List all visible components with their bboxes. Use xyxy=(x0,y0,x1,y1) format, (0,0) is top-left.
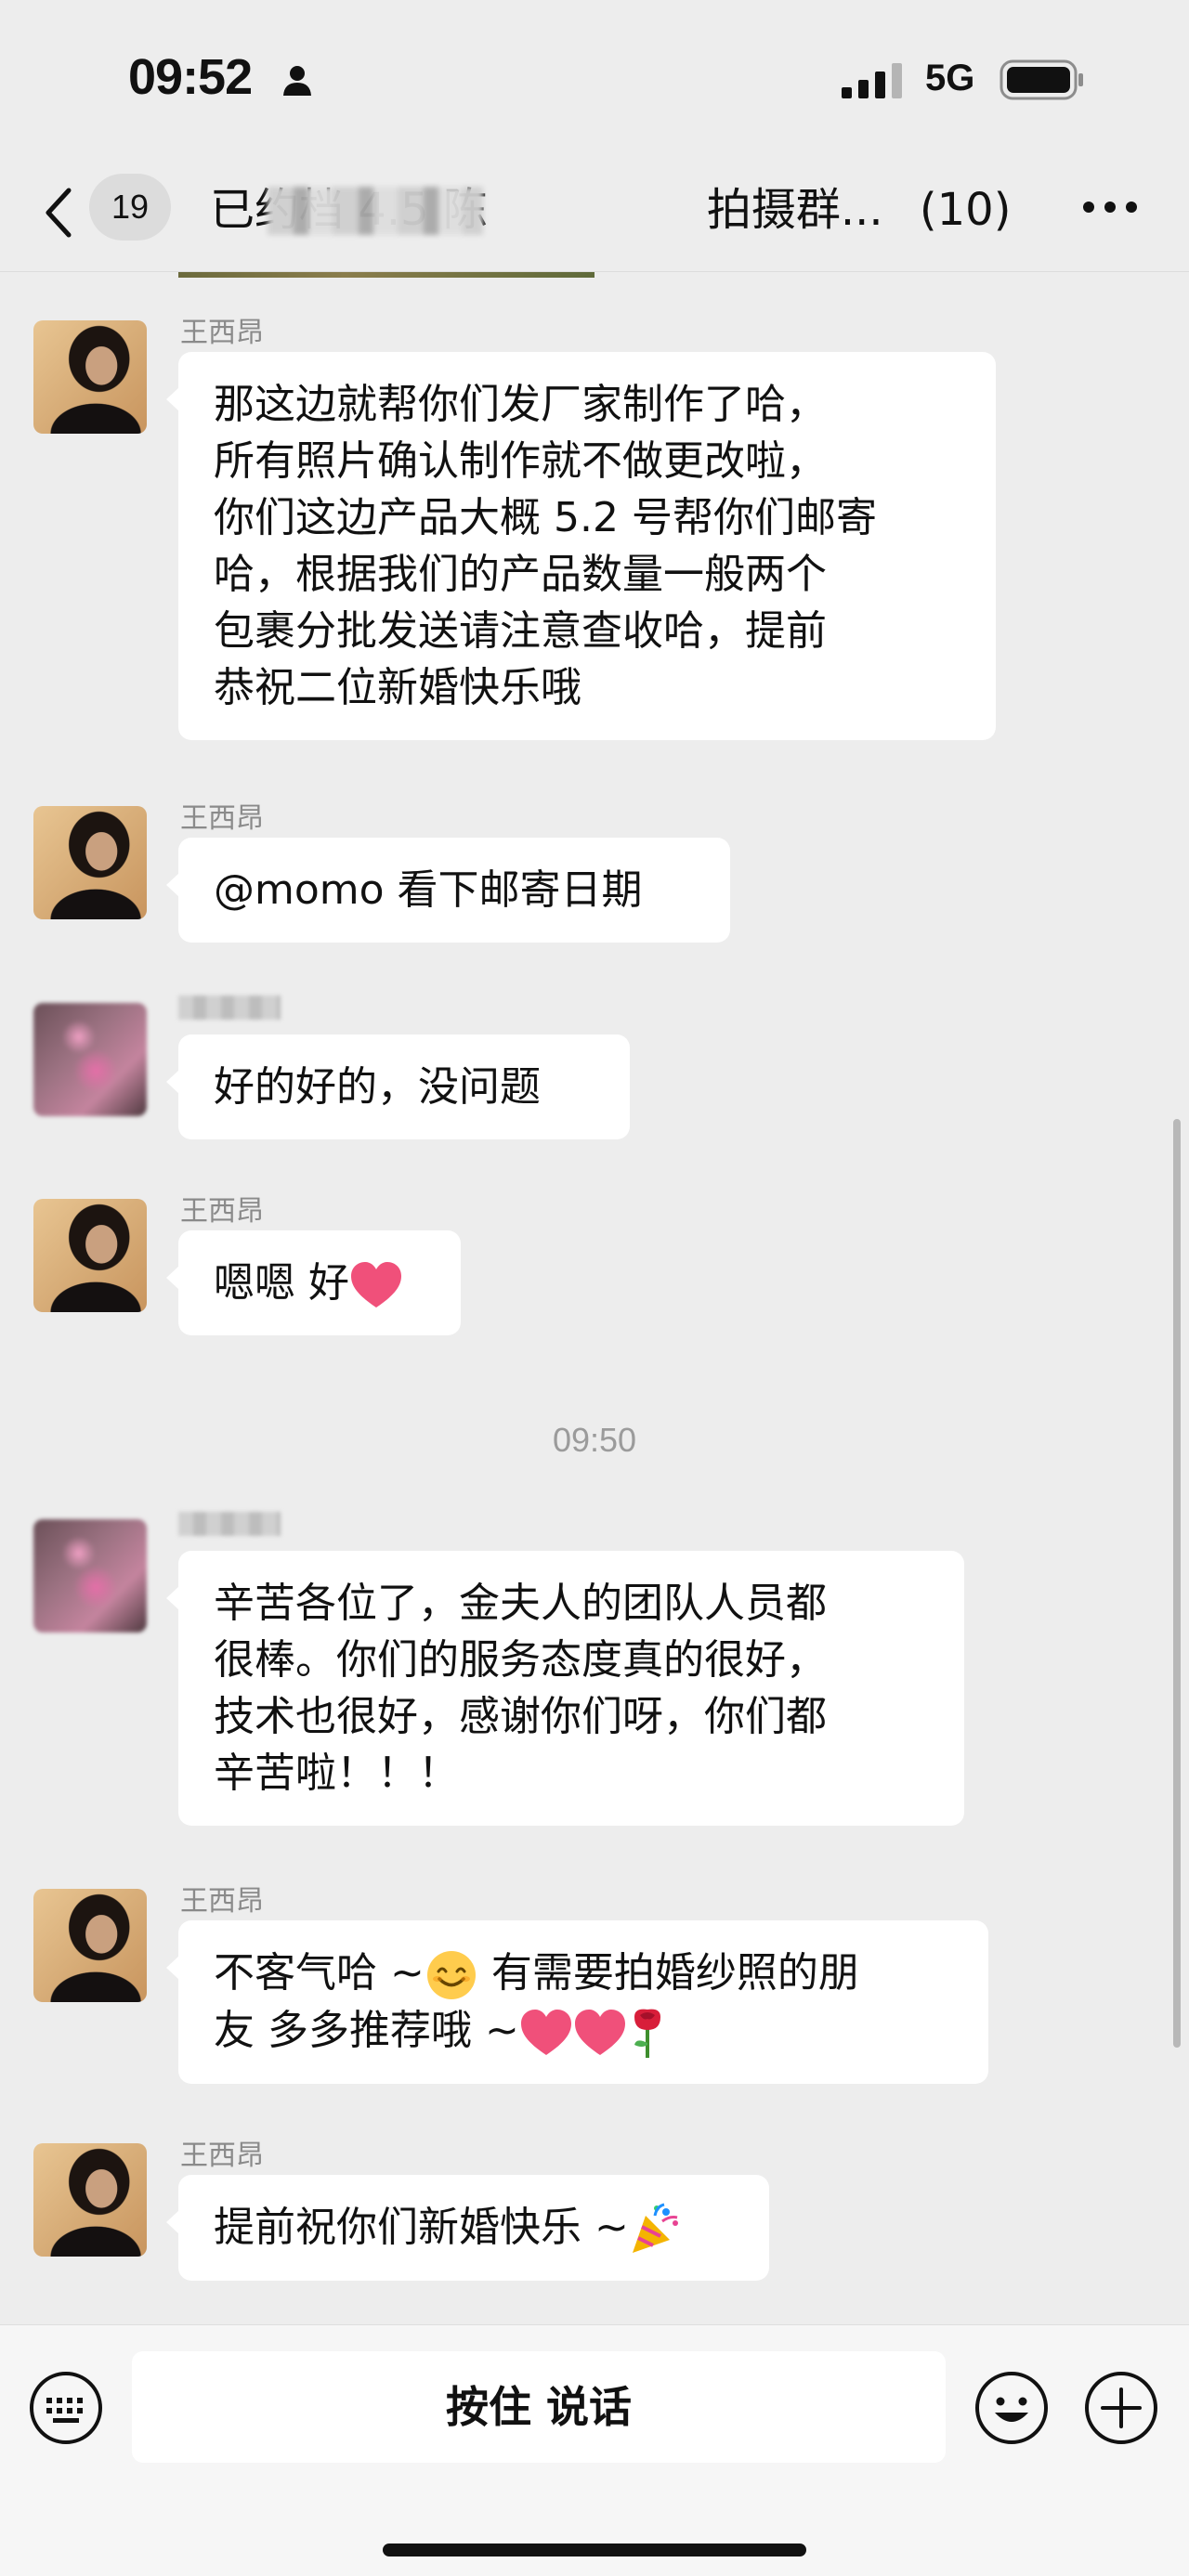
heart-icon xyxy=(351,1262,401,1308)
message-line: 嗯嗯 好 xyxy=(214,1255,425,1311)
message-line: @momo 看下邮寄日期 xyxy=(214,866,643,914)
avatar[interactable] xyxy=(33,1003,147,1116)
message-line: 很棒。你们的服务态度真的很好， xyxy=(214,1636,827,1684)
chat-title-suffix: 拍摄群... xyxy=(706,184,883,236)
battery-icon xyxy=(1000,59,1083,100)
smile-emoji-icon xyxy=(426,1951,476,1999)
hold-to-talk-button[interactable]: 按住 说话 xyxy=(132,2351,946,2463)
input-bar: 按住 说话 xyxy=(0,2324,1189,2576)
scrollbar[interactable] xyxy=(1173,1119,1181,2048)
party-popper-icon xyxy=(632,2203,678,2253)
message-line: 恭祝二位新婚快乐哦 xyxy=(214,664,581,711)
sender-name: 王西昂 xyxy=(180,802,264,835)
message-bubble[interactable]: 不客气哈 ~ 有需要拍婚纱照的朋 友 多多推荐哦 ~ xyxy=(166,1920,988,2084)
avatar[interactable] xyxy=(33,806,147,919)
message-line: 友 多多推荐哦 ~ xyxy=(214,2002,953,2060)
message-bubble[interactable]: 嗯嗯 好 xyxy=(166,1230,461,1335)
smiley-icon[interactable] xyxy=(973,2370,1050,2446)
message-text: 友 多多推荐哦 ~ xyxy=(214,2007,519,2054)
home-indicator[interactable] xyxy=(383,2543,806,2556)
previous-image-edge xyxy=(178,272,594,278)
sender-name: 王西昂 xyxy=(180,1885,264,1918)
chat-message-list[interactable]: 王西昂 那这边就帮你们发厂家制作了哈， 所有照片确认制作就不做更改啦， 你们这边… xyxy=(0,272,1189,2324)
avatar[interactable] xyxy=(33,1199,147,1312)
message-bubble[interactable]: @momo 看下邮寄日期 xyxy=(166,838,730,943)
avatar[interactable] xyxy=(33,320,147,434)
message-bubble[interactable]: 提前祝你们新婚快乐 ~ xyxy=(166,2175,769,2281)
heart-icon xyxy=(520,2010,571,2055)
message-bubble[interactable]: 辛苦各位了，金夫人的团队人员都 很棒。你们的服务态度真的很好， 技术也很好，感谢… xyxy=(166,1551,964,1826)
status-time: 09:52 xyxy=(128,49,253,105)
message-line: 提前祝你们新婚快乐 ~ xyxy=(214,2199,734,2257)
message-text: 嗯嗯 好 xyxy=(214,1259,349,1307)
message-text: 有需要拍婚纱照的朋 xyxy=(477,1949,859,1997)
message-text: 提前祝你们新婚快乐 ~ xyxy=(214,2204,629,2251)
redacted-sender-blur xyxy=(178,1512,281,1536)
avatar[interactable] xyxy=(33,1519,147,1633)
message-line: 不客气哈 ~ 有需要拍婚纱照的朋 xyxy=(214,1945,953,2002)
keyboard-icon[interactable] xyxy=(28,2370,104,2446)
unread-count-badge[interactable]: 19 xyxy=(89,174,171,241)
message-line: 所有照片确认制作就不做更改啦， xyxy=(214,437,827,485)
message-line: 那这边就帮你们发厂家制作了哈， xyxy=(214,381,827,428)
sender-name: 王西昂 xyxy=(180,2140,264,2172)
message-line: 辛苦各位了，金夫人的团队人员都 xyxy=(214,1580,827,1627)
ellipsis-icon[interactable] xyxy=(1081,196,1139,218)
heart-icon xyxy=(574,2010,625,2055)
plus-circle-icon[interactable] xyxy=(1083,2370,1159,2446)
sender-name: 王西昂 xyxy=(180,1195,264,1228)
chevron-left-icon[interactable] xyxy=(41,183,78,242)
message-text: 不客气哈 ~ xyxy=(214,1949,425,1997)
message-bubble[interactable]: 那这边就帮你们发厂家制作了哈， 所有照片确认制作就不做更改啦， 你们这边产品大概… xyxy=(166,352,996,740)
status-bar: 09:52 5G xyxy=(0,0,1189,163)
message-line: 你们这边产品大概 5.2 号帮你们邮寄 xyxy=(214,494,877,541)
message-line: 辛苦啦！！！ xyxy=(214,1750,459,1797)
message-timestamp: 09:50 xyxy=(552,1421,637,1459)
redacted-sender-blur xyxy=(178,995,281,1020)
message-bubble[interactable]: 好的好的，没问题 xyxy=(166,1034,630,1139)
rose-icon xyxy=(634,2009,660,2058)
message-line: 技术也很好，感谢你们呀，你们都 xyxy=(214,1693,827,1740)
avatar[interactable] xyxy=(33,1889,147,2002)
person-icon xyxy=(283,66,311,96)
member-count: (10) xyxy=(919,184,1009,236)
message-line: 包裹分批发送请注意查收哈，提前 xyxy=(214,607,827,655)
avatar[interactable] xyxy=(33,2143,147,2257)
message-line: 好的好的，没问题 xyxy=(214,1063,541,1111)
redacted-name-blur xyxy=(268,187,483,235)
message-line: 哈，根据我们的产品数量一般两个 xyxy=(214,551,827,598)
sender-name: 王西昂 xyxy=(180,317,264,349)
signal-bars-icon xyxy=(842,63,902,98)
chat-header: 19 已约档 4.5 陈拍摄群... (10) xyxy=(0,163,1189,272)
network-label: 5G xyxy=(925,58,975,98)
